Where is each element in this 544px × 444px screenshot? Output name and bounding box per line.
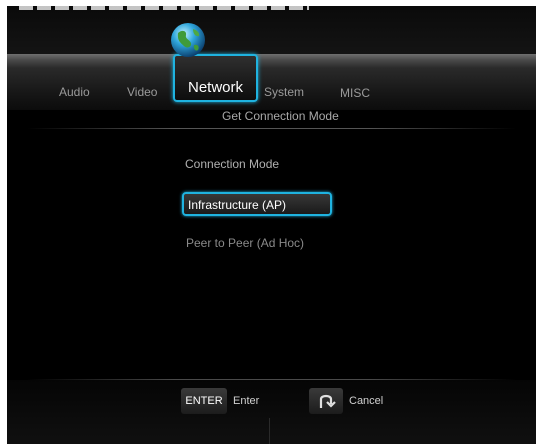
enter-hint-label: Enter (233, 395, 260, 407)
option-label: Peer to Peer (Ad Hoc) (186, 236, 305, 250)
cancel-hint-label: Cancel (349, 395, 384, 407)
tab-network-label: Network (187, 79, 243, 96)
section-label: Connection Mode (185, 157, 280, 171)
tab-network[interactable]: Network (173, 54, 258, 102)
tab-audio[interactable]: Audio (59, 85, 90, 99)
divider (27, 128, 516, 129)
cancel-key-badge[interactable] (309, 388, 343, 414)
top-decoration (19, 6, 309, 10)
tab-misc[interactable]: MISC (340, 86, 370, 100)
globe-icon (171, 23, 205, 57)
return-arrow-icon (319, 394, 336, 409)
tab-video[interactable]: Video (127, 85, 157, 99)
divider (269, 418, 270, 444)
tab-bar (7, 54, 536, 110)
footer-bar (7, 380, 536, 444)
option-label: Infrastructure (AP) (188, 198, 287, 212)
settings-screen: Audio Video Network System MISC Get Conn… (7, 6, 536, 444)
option-infrastructure[interactable]: Infrastructure (AP) (182, 192, 332, 216)
top-band (7, 6, 536, 54)
option-peer-to-peer[interactable]: Peer to Peer (Ad Hoc) (182, 232, 332, 256)
enter-key-badge[interactable]: ENTER (181, 388, 227, 414)
page-subtitle: Get Connection Mode (222, 109, 339, 123)
tab-system[interactable]: System (264, 85, 304, 99)
